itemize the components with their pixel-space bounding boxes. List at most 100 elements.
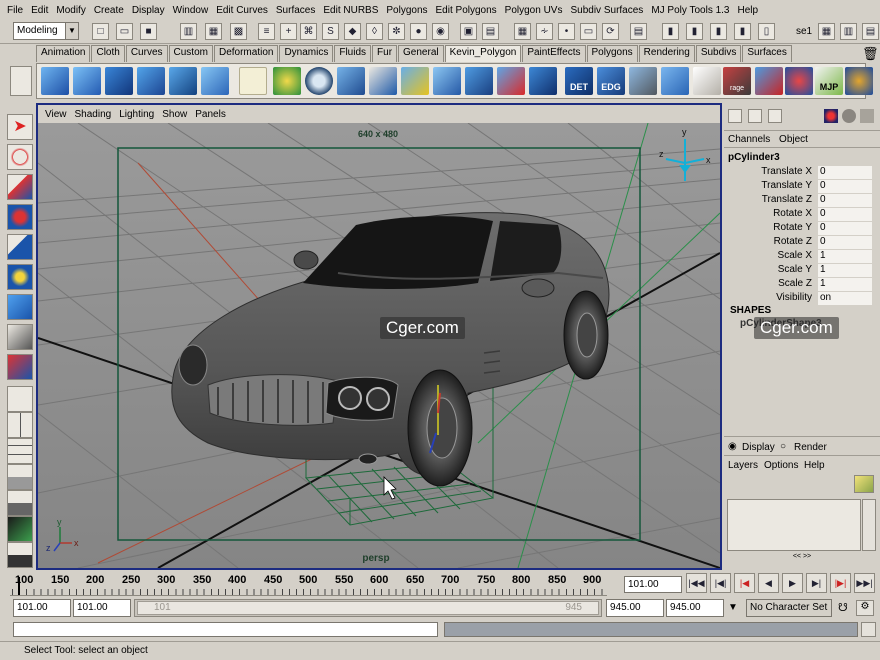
shelf-tab-cloth[interactable]: Cloth: [91, 45, 125, 62]
viewport-menu-show[interactable]: Show: [158, 109, 191, 120]
poly-cube-icon[interactable]: [105, 67, 133, 95]
soft-select-icon[interactable]: [785, 67, 813, 95]
menu-modify[interactable]: Modify: [52, 5, 89, 16]
snap-curve-icon[interactable]: ∻: [536, 23, 553, 40]
attr-value[interactable]: 1: [818, 250, 872, 263]
attr-rotate-z[interactable]: Rotate Z 0: [724, 236, 874, 249]
delete-edge-icon[interactable]: DET: [565, 67, 593, 95]
select-component-icon[interactable]: ▩: [230, 23, 247, 40]
go-to-start-icon[interactable]: |◀◀: [686, 573, 707, 593]
channelbox-menu-channels[interactable]: Channels: [728, 134, 770, 145]
manipulator-tool-icon[interactable]: [7, 264, 33, 290]
layers-menu-options[interactable]: Options: [764, 460, 798, 471]
range-slider-handle[interactable]: 101 945: [137, 601, 599, 615]
mask-misc-icon[interactable]: ◉: [432, 23, 449, 40]
scale-tool-icon[interactable]: [7, 234, 33, 260]
shelf-menu-button[interactable]: [10, 66, 32, 96]
poly-bevel-icon[interactable]: [337, 67, 365, 95]
mask-curves-icon[interactable]: S: [322, 23, 339, 40]
command-line-input[interactable]: [13, 622, 438, 637]
attr-visibility[interactable]: Visibility on: [724, 292, 874, 305]
poly-tool-globe-icon[interactable]: [845, 67, 873, 95]
layers-menu-layers[interactable]: Layers: [728, 460, 758, 471]
soft-mod-tool-icon[interactable]: [7, 294, 33, 320]
shelf-tab-rendering[interactable]: Rendering: [638, 45, 695, 62]
poly-combine-icon[interactable]: [465, 67, 493, 95]
poly-append-icon[interactable]: [369, 67, 397, 95]
poly-sphere-icon[interactable]: [305, 67, 333, 95]
script-editor-icon[interactable]: [861, 622, 876, 637]
construction-history-icon[interactable]: ▤: [630, 23, 647, 40]
lock-selection-icon[interactable]: ▣: [460, 23, 477, 40]
perspective-viewport[interactable]: View Shading Lighting Show Panels 640 x …: [36, 103, 722, 570]
hypershade-icon[interactable]: ▮: [734, 23, 751, 40]
current-frame-field[interactable]: 101.00: [624, 576, 682, 593]
toggle-panel-icon[interactable]: ▦: [818, 23, 835, 40]
layer-scrollbar[interactable]: [862, 499, 876, 551]
attr-rotate-y[interactable]: Rotate Y 0: [724, 222, 874, 235]
viewport-menu-lighting[interactable]: Lighting: [115, 109, 158, 120]
snap-view-plane-icon[interactable]: ▭: [580, 23, 597, 40]
menu-surfaces[interactable]: Surfaces: [272, 5, 319, 16]
shelf-tab-kevin-polygon[interactable]: Kevin_Polygon: [444, 45, 522, 62]
mj-poly-icon[interactable]: MJP: [815, 67, 843, 95]
attr-value[interactable]: 0: [818, 166, 872, 179]
make-live-icon[interactable]: ⟳: [602, 23, 619, 40]
play-backwards-icon[interactable]: ◀: [758, 573, 779, 593]
menu-edit[interactable]: Edit: [27, 5, 52, 16]
create-layer-icon[interactable]: [854, 475, 874, 493]
menu-mj-poly-tools[interactable]: MJ Poly Tools 1.3: [647, 5, 733, 16]
hypershade-layout-icon[interactable]: [7, 490, 33, 516]
menu-window[interactable]: Window: [169, 5, 213, 16]
shelf-tab-fur[interactable]: Fur: [372, 45, 398, 62]
lasso-tool-icon[interactable]: [7, 144, 33, 170]
shelf-tab-fluids[interactable]: Fluids: [334, 45, 372, 62]
shelf-tab-dynamics[interactable]: Dynamics: [279, 45, 334, 62]
poly-plane-icon[interactable]: [41, 67, 69, 95]
shelf-tab-surfaces[interactable]: Surfaces: [742, 45, 792, 62]
attr-value[interactable]: 0: [818, 194, 872, 207]
range-slider[interactable]: 101 945: [134, 599, 602, 617]
poly-reduce-icon[interactable]: [755, 67, 783, 95]
outliner-layout-icon[interactable]: [7, 438, 33, 464]
viewport-menu-shading[interactable]: Shading: [71, 109, 116, 120]
shelf-tab-subdivs[interactable]: Subdivs: [695, 45, 742, 62]
character-set-field[interactable]: No Character Set: [746, 599, 832, 617]
attribute-list-icon[interactable]: [768, 109, 782, 123]
key-lock-icon[interactable]: ☋: [838, 601, 848, 614]
step-back-key-icon[interactable]: |◀|: [710, 573, 731, 593]
mask-rendering-icon[interactable]: ●: [410, 23, 427, 40]
open-scene-icon[interactable]: ▭: [116, 23, 133, 40]
attr-value[interactable]: on: [818, 292, 872, 305]
poly-extrude-icon[interactable]: [73, 67, 101, 95]
attr-value[interactable]: 0: [818, 236, 872, 249]
poly-split-edge-icon[interactable]: [433, 67, 461, 95]
menu-create[interactable]: Create: [90, 5, 128, 16]
menu-edit-polygons[interactable]: Edit Polygons: [432, 5, 501, 16]
edge-loop-icon[interactable]: EDG: [597, 67, 625, 95]
time-slider[interactable]: 100 150 200 250 300 350 400 450 500 550 …: [10, 572, 607, 596]
shelf-tab-animation[interactable]: Animation: [36, 45, 91, 62]
display-wireframe-icon[interactable]: [860, 109, 874, 123]
highlight-selection-icon[interactable]: ▤: [482, 23, 499, 40]
step-forward-frame-icon[interactable]: ▶|: [806, 573, 827, 593]
menu-edit-nurbs[interactable]: Edit NURBS: [319, 5, 382, 16]
playback-start-field[interactable]: 101.00: [73, 599, 131, 617]
layer-editor-toggle-icon[interactable]: [748, 109, 762, 123]
playback-end-field[interactable]: 945.00: [606, 599, 664, 617]
select-tool-icon[interactable]: ➤: [7, 114, 33, 140]
blank-shelf-icon[interactable]: [239, 67, 267, 95]
animation-start-field[interactable]: 101.00: [13, 599, 71, 617]
mode-selector[interactable]: Modeling ▼: [13, 22, 79, 40]
attr-rotate-x[interactable]: Rotate X 0: [724, 208, 874, 221]
display-shading-icon[interactable]: [842, 109, 856, 123]
ipr-render-icon[interactable]: ▮: [686, 23, 703, 40]
attr-translate-x[interactable]: Translate X 0: [724, 166, 874, 179]
save-scene-icon[interactable]: ■: [140, 23, 157, 40]
display-render-icon[interactable]: [824, 109, 838, 123]
menu-polygons[interactable]: Polygons: [382, 5, 431, 16]
new-scene-icon[interactable]: □: [92, 23, 109, 40]
trash-icon[interactable]: 🗑: [862, 46, 879, 62]
current-time-marker[interactable]: [18, 577, 20, 595]
poly-merge-icon[interactable]: [169, 67, 197, 95]
